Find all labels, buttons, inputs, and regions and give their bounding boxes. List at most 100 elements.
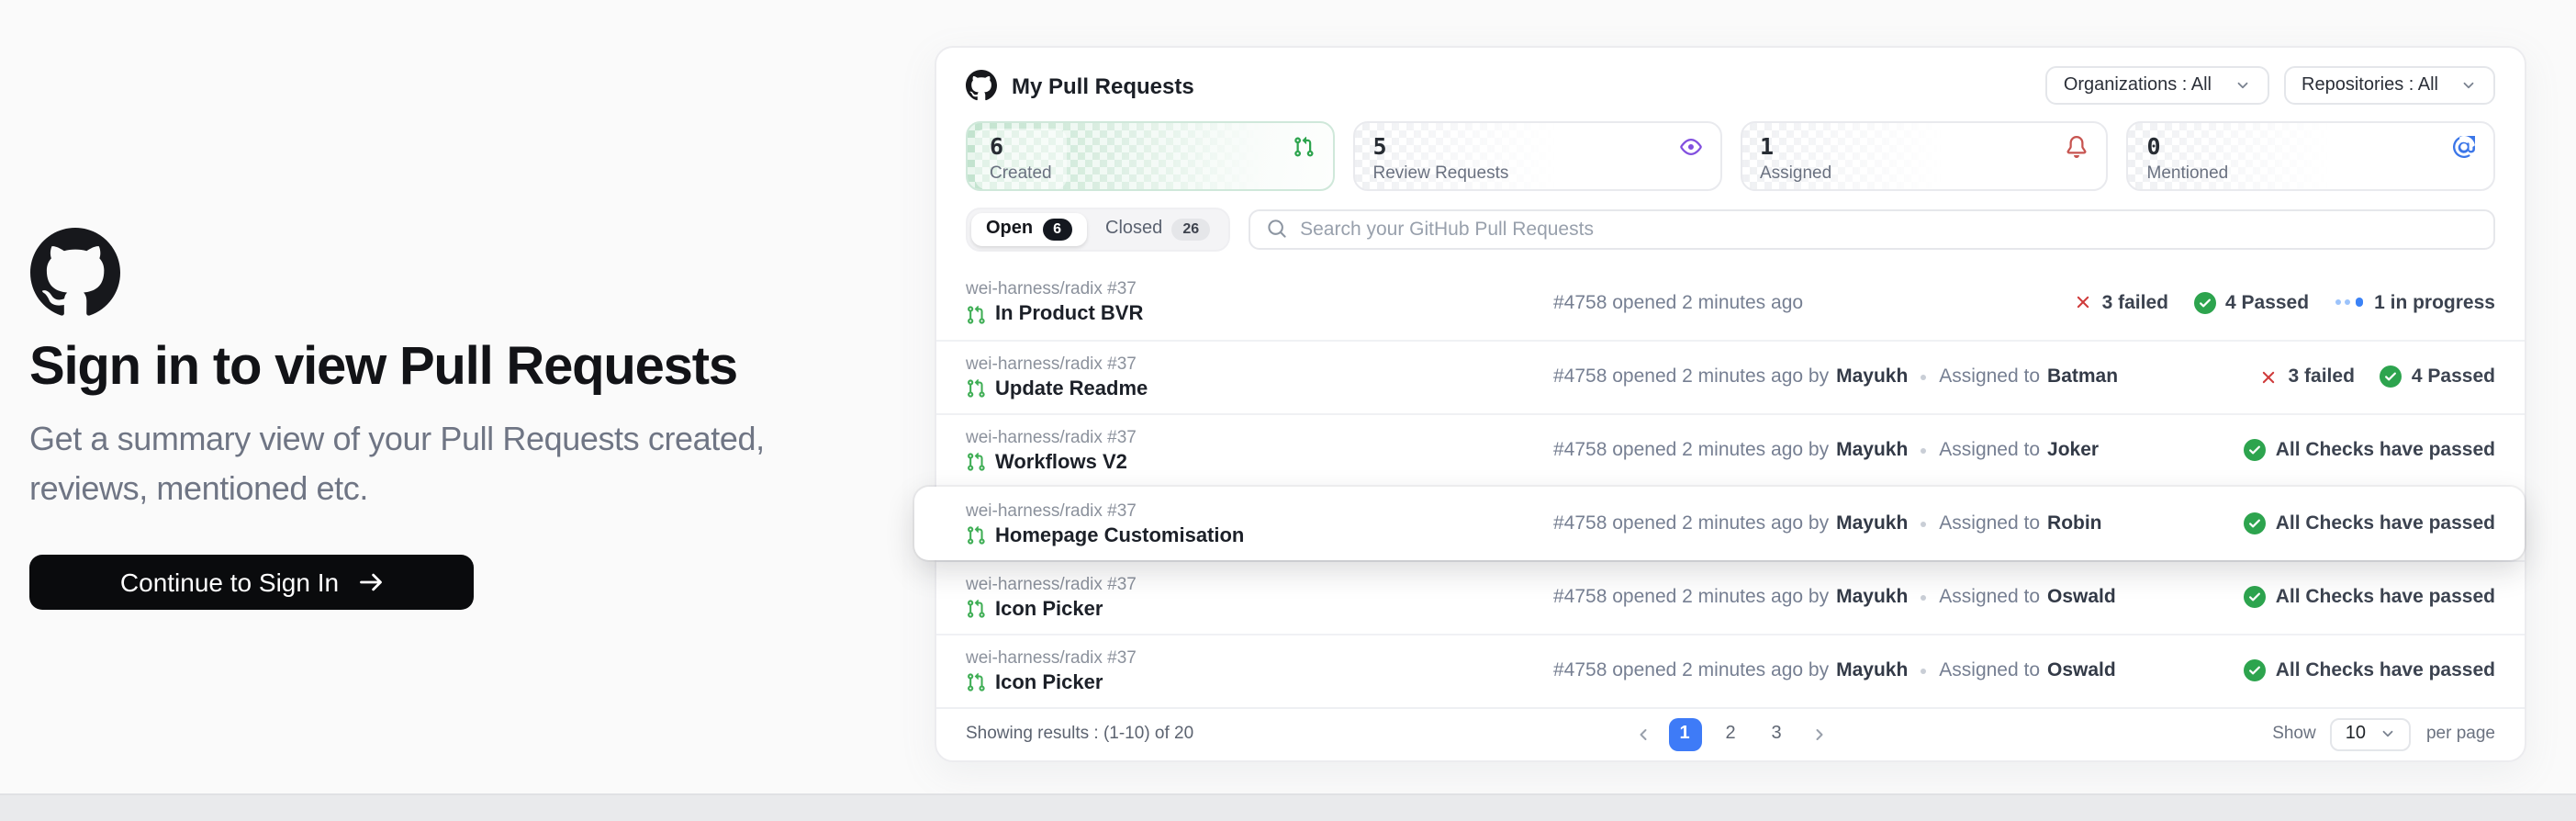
arrow-right-icon xyxy=(357,570,383,596)
assigned-to-label: Assigned to xyxy=(1939,512,2040,534)
pr-row-workflows-v2[interactable]: wei-harness/radix #37 Workflows V2 #4758… xyxy=(936,412,2525,486)
check-passed: 4 Passed xyxy=(2194,291,2309,313)
pr-row-update-readme[interactable]: wei-harness/radix #37 Update Readme #475… xyxy=(936,339,2525,412)
dot-separator xyxy=(1921,521,1926,526)
page-size-select[interactable]: 10 xyxy=(2331,718,2412,751)
mentioned-label: Mentioned xyxy=(2147,163,2229,183)
pr-meta-text: #4758 opened 2 minutes ago by xyxy=(1553,659,1829,681)
signin-panel: Sign in to view Pull Requests Get a summ… xyxy=(29,228,911,611)
pr-row-homepage-customisation[interactable]: wei-harness/radix #37 Homepage Customisa… xyxy=(914,486,2525,559)
search-box[interactable] xyxy=(1249,209,2495,250)
mentioned-count: 0 xyxy=(2147,132,2229,161)
check-all-passed: All Checks have passed xyxy=(2245,659,2495,681)
tab-open[interactable]: Open 6 xyxy=(971,213,1087,245)
signin-title: Sign in to view Pull Requests xyxy=(29,338,911,399)
bell-icon xyxy=(2066,136,2089,158)
list-toolbar: Open 6 Closed 26 xyxy=(936,191,2525,265)
git-pull-request-icon xyxy=(966,672,986,692)
pr-title: Workflows V2 xyxy=(995,451,1127,473)
open-closed-segmented-control: Open 6 Closed 26 xyxy=(966,208,1230,251)
dot-separator xyxy=(1921,668,1926,673)
pull-request-list: wei-harness/radix #37 In Product BVR #47… xyxy=(936,265,2525,706)
chevron-right-icon xyxy=(1809,725,1828,744)
pr-meta-text: #4758 opened 2 minutes ago xyxy=(1553,291,1803,313)
pr-assignee: Oswald xyxy=(2047,586,2116,608)
repositories-filter-select[interactable]: Repositories : All xyxy=(2283,66,2495,105)
signin-subtitle: Get a summary view of your Pull Requests… xyxy=(29,416,911,515)
pr-checks: All Checks have passed xyxy=(2245,659,2495,681)
stats-row: 6 Created 5 Review Requests 1 Assigned xyxy=(936,121,2525,191)
per-page-control: Show 10 per page xyxy=(2272,718,2495,751)
pr-row-icon-picker-2[interactable]: wei-harness/radix #37 Icon Picker #4758 … xyxy=(936,633,2525,706)
check-failed-label: 3 failed xyxy=(2289,366,2355,388)
check-all-passed-label: All Checks have passed xyxy=(2276,659,2495,681)
assigned-to-label: Assigned to xyxy=(1939,586,2040,608)
check-failed: 3 failed xyxy=(2073,291,2168,313)
check-passed-label: 4 Passed xyxy=(2412,366,2495,388)
check-circle-icon xyxy=(2245,439,2267,461)
git-pull-request-icon xyxy=(966,304,986,324)
stat-card-review-requests[interactable]: 5 Review Requests xyxy=(1353,121,1722,191)
chevron-down-icon xyxy=(2460,77,2477,94)
panel-header: My Pull Requests Organizations : All Rep… xyxy=(936,48,2525,121)
pr-meta-text: #4758 opened 2 minutes ago by xyxy=(1553,586,1829,608)
git-pull-request-icon xyxy=(966,599,986,619)
pr-meta-text: #4758 opened 2 minutes ago by xyxy=(1553,512,1829,534)
check-in-progress-label: 1 in progress xyxy=(2374,291,2495,313)
pr-checks: All Checks have passed xyxy=(2245,586,2495,608)
pr-repo: wei-harness/radix #37 xyxy=(966,647,1553,668)
check-in-progress: 1 in progress xyxy=(2335,291,2495,313)
tab-closed[interactable]: Closed 26 xyxy=(1091,213,1225,245)
eye-icon xyxy=(1679,136,1701,158)
search-input[interactable] xyxy=(1300,219,2477,241)
open-count-badge: 6 xyxy=(1042,218,1072,241)
check-failed-label: 3 failed xyxy=(2102,291,2168,313)
check-passed: 4 Passed xyxy=(2380,366,2495,388)
tab-open-label: Open xyxy=(986,219,1033,240)
pr-checks: All Checks have passed xyxy=(2245,439,2495,461)
tab-closed-label: Closed xyxy=(1105,219,1162,240)
pr-meta-text: #4758 opened 2 minutes ago by xyxy=(1553,366,1829,388)
pr-row-icon-picker-1[interactable]: wei-harness/radix #37 Icon Picker #4758 … xyxy=(936,559,2525,633)
panel-title: My Pull Requests xyxy=(1012,73,1194,98)
pr-meta: #4758 opened 2 minutes ago by Mayukh Ass… xyxy=(1553,512,2245,534)
pr-assignee: Joker xyxy=(2047,439,2099,461)
stat-card-created[interactable]: 6 Created xyxy=(966,121,1335,191)
check-all-passed-label: All Checks have passed xyxy=(2276,439,2495,461)
git-pull-request-icon xyxy=(966,525,986,545)
pr-repo: wei-harness/radix #37 xyxy=(966,279,1553,299)
page-button-3[interactable]: 3 xyxy=(1760,718,1793,751)
review-requests-count: 5 xyxy=(1373,132,1509,161)
pr-title: Homepage Customisation xyxy=(995,524,1244,546)
stat-card-mentioned[interactable]: 0 Mentioned xyxy=(2127,121,2496,191)
check-failed: 3 failed xyxy=(2259,366,2355,388)
pr-author: Mayukh xyxy=(1836,512,1908,534)
pr-row-in-product-bvr[interactable]: wei-harness/radix #37 In Product BVR #47… xyxy=(936,265,2525,339)
page-size-value: 10 xyxy=(2346,725,2366,745)
previous-page-button[interactable] xyxy=(1630,722,1655,748)
assigned-count: 1 xyxy=(1760,132,1831,161)
signin-subtitle-line1: Get a summary view of your Pull Requests… xyxy=(29,416,911,466)
continue-sign-in-button[interactable]: Continue to Sign In xyxy=(29,556,474,611)
page-button-1[interactable]: 1 xyxy=(1668,718,1701,751)
my-pull-requests-panel: My Pull Requests Organizations : All Rep… xyxy=(935,46,2526,762)
dot-separator xyxy=(1921,447,1926,453)
check-circle-icon xyxy=(2245,512,2267,534)
x-icon xyxy=(2259,366,2279,387)
check-circle-icon xyxy=(2194,291,2216,313)
page-button-2[interactable]: 2 xyxy=(1714,718,1747,751)
pr-checks: 3 failed 4 Passed 1 in progress xyxy=(2073,291,2495,313)
closed-count-badge: 26 xyxy=(1171,218,1210,241)
organizations-filter-select[interactable]: Organizations : All xyxy=(2045,66,2268,105)
pr-author: Mayukh xyxy=(1836,366,1908,388)
pr-title: Icon Picker xyxy=(995,671,1103,693)
next-page-button[interactable] xyxy=(1806,722,1831,748)
organizations-filter-label: Organizations : All xyxy=(2064,75,2212,96)
repositories-filter-label: Repositories : All xyxy=(2302,75,2438,96)
pr-meta: #4758 opened 2 minutes ago by Mayukh Ass… xyxy=(1553,366,2259,388)
chevron-down-icon xyxy=(2380,726,2397,743)
pr-meta: #4758 opened 2 minutes ago by Mayukh Ass… xyxy=(1553,586,2245,608)
stat-card-assigned[interactable]: 1 Assigned xyxy=(1740,121,2109,191)
check-all-passed-label: All Checks have passed xyxy=(2276,586,2495,608)
assigned-to-label: Assigned to xyxy=(1939,659,2040,681)
